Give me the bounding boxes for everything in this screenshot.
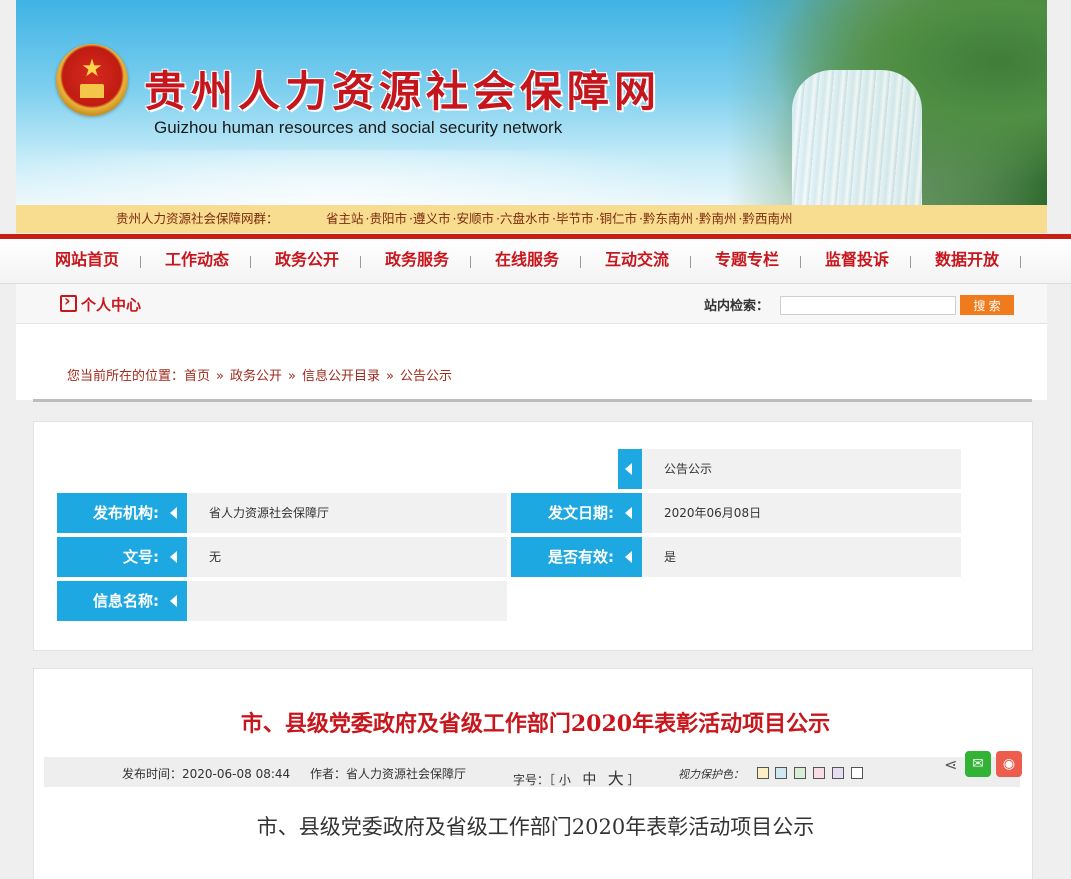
nav-item-home[interactable]: 网站首页 [55, 239, 119, 283]
site-link-main[interactable]: 省主站 [326, 211, 364, 226]
site-group-label: 贵州人力资源社会保障网群： [116, 211, 279, 226]
date-value: 2020年06月08日 [642, 493, 961, 533]
author-label: 作者： [310, 767, 347, 781]
site-link-anshun[interactable]: 安顺市 [457, 211, 495, 226]
breadcrumb-item-notice[interactable]: 公告公示 [400, 369, 452, 384]
nav-separator [140, 256, 141, 268]
eye-care-swatch-white[interactable] [851, 767, 863, 779]
breadcrumb-prefix: 您当前所在的位置： [67, 369, 185, 384]
nav-separator [360, 256, 361, 268]
share-icon[interactable]: ⋖ [944, 755, 957, 774]
site-link-qiandongnan[interactable]: 黔东南州 [643, 211, 693, 226]
font-size-medium[interactable]: 中 [582, 772, 596, 788]
banner-haze [16, 150, 716, 205]
breadcrumb-item-home[interactable]: 首页 [184, 369, 210, 384]
nav-item-interact[interactable]: 互动交流 [605, 239, 669, 283]
main-nav: 网站首页 工作动态 政务公开 政务服务 在线服务 互动交流 专题专栏 监督投诉 … [0, 239, 1071, 284]
site-link-qiannan[interactable]: 黔南州 [699, 211, 737, 226]
site-banner: ★ 贵州人力资源社会保障网 Guizhou human resources an… [16, 0, 1047, 205]
site-link-qianxinan[interactable]: 黔西南州 [743, 211, 793, 226]
nav-separator [910, 256, 911, 268]
publish-time-value: 2020-06-08 08:44 [182, 767, 291, 781]
eye-care-swatch-yellow[interactable] [757, 767, 769, 779]
info-title-value [187, 581, 507, 621]
breadcrumb-panel [16, 324, 1047, 400]
nav-item-work-news[interactable]: 工作动态 [165, 239, 229, 283]
nav-separator [1020, 256, 1021, 268]
author-value: 省人力资源社会保障厅 [346, 767, 467, 781]
breadcrumb-divider [33, 399, 1032, 402]
publisher-value: 省人力资源社会保障厅 [187, 493, 507, 533]
article-meta-bar: 发布时间：2020-06-08 08:44 作者：省人力资源社会保障厅 字号：［… [44, 757, 1020, 788]
article-body-title: 市、县级党委政府及省级工作部门2020年表彰活动项目公示 [256, 815, 815, 839]
user-search-bar: 个人中心 站内检索： 搜 索 [16, 284, 1047, 324]
site-link-zunyi[interactable]: 遵义市 [413, 211, 451, 226]
nav-item-online[interactable]: 在线服务 [495, 239, 559, 283]
nav-item-open-data[interactable]: 数据开放 [935, 239, 999, 283]
site-subtitle: Guizhou human resources and social secur… [154, 118, 563, 137]
site-title[interactable]: 贵州人力资源社会保障网 [144, 58, 661, 119]
nav-item-gov-service[interactable]: 政务服务 [385, 239, 449, 283]
publisher-label: 发布机构: [57, 493, 187, 533]
nav-separator [250, 256, 251, 268]
eye-care-swatch-green[interactable] [794, 767, 806, 779]
category-marker [618, 449, 642, 489]
site-group-links: 省主站 ·贵阳市 ·遵义市 ·安顺市 ·六盘水市 ·毕节市 ·铜仁市 ·黔东南州 ·黔南州 ·黔西… [326, 211, 793, 226]
personal-center-link[interactable]: 个人中心 [60, 291, 142, 315]
site-link-guiyang[interactable]: 贵阳市 [370, 211, 408, 226]
nav-item-gov-open[interactable]: 政务公开 [275, 239, 339, 283]
site-link-bijie[interactable]: 毕节市 [556, 211, 594, 226]
breadcrumb: 您当前所在的位置：首页 » 政务公开 » 信息公开目录 » 公告公示 [67, 365, 452, 384]
valid-value: 是 [642, 537, 961, 577]
nav-separator [800, 256, 801, 268]
author: 作者：省人力资源社会保障厅 [310, 765, 466, 782]
search-label: 站内检索： [704, 299, 770, 314]
nav-item-special[interactable]: 专题专栏 [715, 239, 779, 283]
breadcrumb-item-catalog[interactable]: 信息公开目录 [302, 369, 380, 384]
font-size-large[interactable]: 大 [608, 769, 624, 788]
category-value: 公告公示 [642, 449, 961, 489]
nav-separator [470, 256, 471, 268]
banner-waterfall [792, 70, 922, 205]
weibo-icon[interactable]: ◉ [996, 751, 1022, 777]
font-size-label: 字号： [513, 773, 550, 787]
breadcrumb-separator: » [216, 369, 224, 384]
wechat-icon[interactable]: ✉ [965, 751, 991, 777]
publish-time: 发布时间：2020-06-08 08:44 [122, 765, 290, 782]
breadcrumb-separator: » [288, 369, 296, 384]
font-size-control: 字号：［ 小 中 大 ］ [513, 769, 640, 788]
eye-care-label: 视力保护色： [678, 768, 744, 781]
breadcrumb-item-gov-open[interactable]: 政务公开 [230, 369, 282, 384]
breadcrumb-separator: » [386, 369, 394, 384]
docno-label: 文号: [57, 537, 187, 577]
info-title-label: 信息名称: [57, 581, 187, 621]
personal-center-label: 个人中心 [81, 296, 142, 314]
nav-separator [580, 256, 581, 268]
nav-item-complaint[interactable]: 监督投诉 [825, 239, 889, 283]
date-label: 发文日期: [511, 493, 642, 533]
valid-label: 是否有效: [511, 537, 642, 577]
login-icon [60, 291, 77, 312]
nav-separator [690, 256, 691, 268]
national-emblem-icon: ★ [56, 44, 128, 116]
site-link-liupanshui[interactable]: 六盘水市 [500, 211, 550, 226]
site-link-tongren[interactable]: 铜仁市 [600, 211, 638, 226]
eye-care-swatch-purple[interactable] [832, 767, 844, 779]
font-size-small[interactable]: 小 [559, 773, 571, 787]
search-button[interactable]: 搜 索 [960, 295, 1014, 315]
publish-time-label: 发布时间： [122, 767, 183, 781]
eye-care-swatch-pink[interactable] [813, 767, 825, 779]
search-input[interactable] [780, 296, 956, 315]
article-title: 市、县级党委政府及省级工作部门2020年表彰活动项目公示 [240, 711, 831, 737]
site-group-bar: 贵州人力资源社会保障网群： 省主站 ·贵阳市 ·遵义市 ·安顺市 ·六盘水市 ·毕节市 ·铜… [16, 205, 1047, 233]
docno-value: 无 [187, 537, 507, 577]
eye-care-swatch-blue[interactable] [775, 767, 787, 779]
